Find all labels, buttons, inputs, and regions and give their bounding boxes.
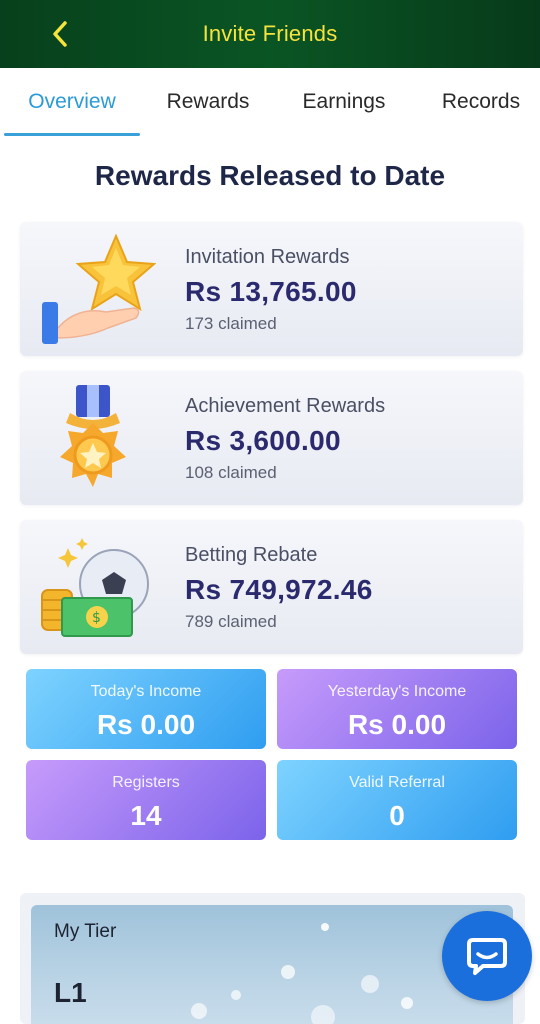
chat-bubble-icon xyxy=(467,938,507,975)
svg-text:$: $ xyxy=(92,610,101,626)
medal-icon xyxy=(36,383,156,493)
sparkle-decoration xyxy=(401,997,413,1009)
reward-amount: Rs 749,972.46 xyxy=(185,574,373,605)
reward-label: Achievement Rewards xyxy=(185,395,386,417)
chevron-left-icon xyxy=(53,21,67,47)
active-tab-indicator xyxy=(4,133,140,136)
sparkle-decoration xyxy=(321,923,329,931)
tab-earnings[interactable]: Earnings xyxy=(285,68,403,136)
reward-claimed-count: 173 claimed xyxy=(185,314,277,333)
sparkle-decoration xyxy=(231,990,241,1000)
sparkle-decoration xyxy=(281,965,295,979)
sparkle-decoration xyxy=(311,1005,335,1024)
yesterdays-income-card[interactable]: Yesterday's Income Rs 0.00 xyxy=(277,669,517,749)
betting-rebate-card[interactable]: $ Betting Rebate Rs 749,972.46 789 claim… xyxy=(20,520,523,654)
stat-value: 14 xyxy=(130,800,162,831)
stat-label: Registers xyxy=(112,774,180,791)
stat-value: Rs 0.00 xyxy=(96,709,196,740)
tab-bar: Overview Rewards Earnings Records xyxy=(0,68,540,136)
coins-ball-icon: $ xyxy=(36,532,156,642)
reward-amount: Rs 3,600.00 xyxy=(185,425,341,456)
stat-label: Valid Referral xyxy=(349,774,445,791)
reward-claimed-count: 789 claimed xyxy=(185,612,277,631)
stat-value: 0 xyxy=(389,800,405,831)
stat-label: Yesterday's Income xyxy=(327,683,467,700)
stat-value: Rs 0.00 xyxy=(347,709,447,740)
todays-income-card[interactable]: Today's Income Rs 0.00 xyxy=(26,669,266,749)
achievement-rewards-card[interactable]: Achievement Rewards Rs 3,600.00 108 clai… xyxy=(20,371,523,505)
my-tier-card[interactable]: My Tier L1 xyxy=(31,905,513,1024)
tier-level: L1 xyxy=(54,977,87,1008)
invitation-rewards-card[interactable]: Invitation Rewards Rs 13,765.00 173 clai… xyxy=(20,222,523,356)
star-hand-icon xyxy=(36,233,157,344)
reward-claimed-count: 108 claimed xyxy=(185,463,277,482)
reward-label: Betting Rebate xyxy=(185,544,318,566)
stat-label: Today's Income xyxy=(90,683,202,700)
tab-records[interactable]: Records xyxy=(425,68,537,136)
sparkle-decoration xyxy=(361,975,379,993)
back-button[interactable] xyxy=(40,14,80,54)
reward-label: Invitation Rewards xyxy=(185,246,350,268)
reward-amount: Rs 13,765.00 xyxy=(185,276,357,307)
top-app-bar: Invite Friends xyxy=(0,0,540,68)
sparkle-decoration xyxy=(191,1003,207,1019)
chat-support-button[interactable] xyxy=(442,911,532,1001)
page-title: Invite Friends xyxy=(202,21,338,46)
tab-overview[interactable]: Overview xyxy=(4,68,140,136)
section-title: Rewards Released to Date xyxy=(94,160,446,191)
registers-card[interactable]: Registers 14 xyxy=(26,760,266,840)
tab-rewards[interactable]: Rewards xyxy=(150,68,266,136)
valid-referral-card[interactable]: Valid Referral 0 xyxy=(277,760,517,840)
tier-label: My Tier xyxy=(54,921,117,942)
